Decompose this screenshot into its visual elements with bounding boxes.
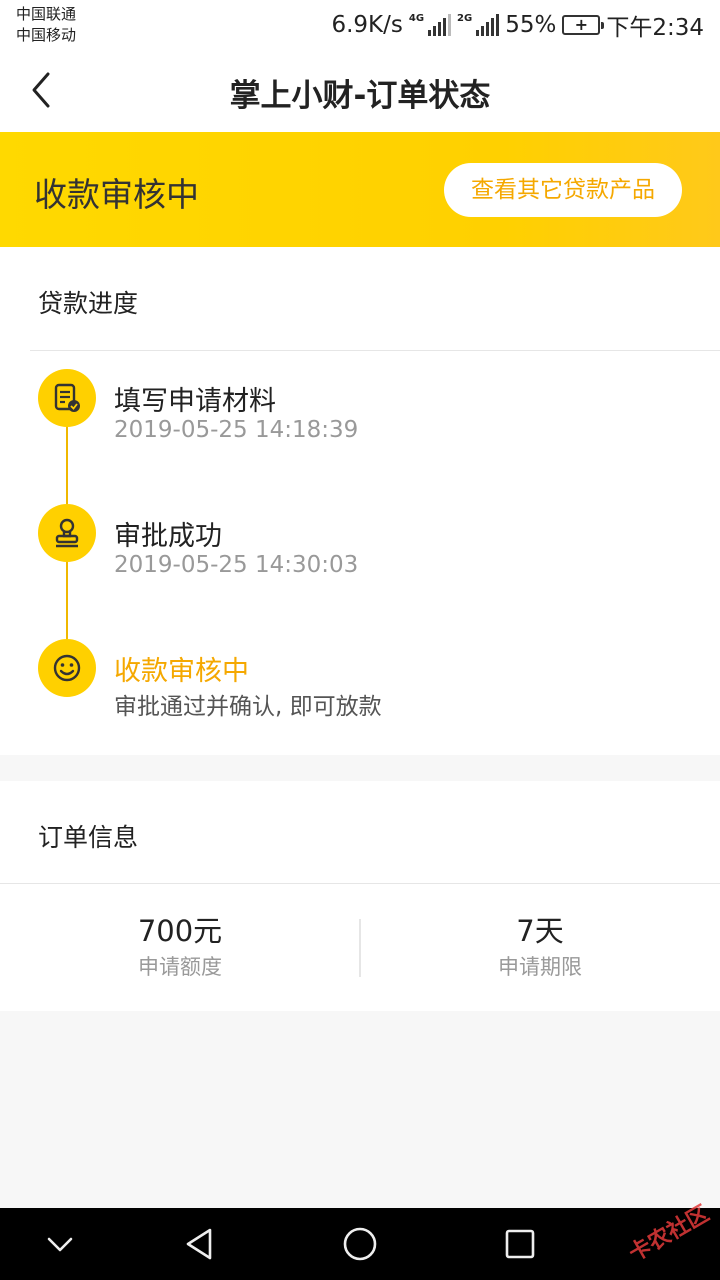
- step-description: 审批通过并确认, 即可放款: [114, 694, 382, 720]
- progress-section-title: 贷款进度: [38, 289, 139, 318]
- page-title: 掌上小财-订单状态: [229, 78, 491, 114]
- circle-home-icon: [343, 1227, 377, 1261]
- watermark-logo: 卡农社区: [624, 1201, 714, 1267]
- progress-step-payment-review: 收款审核中 审批通过并确认, 即可放款: [0, 639, 720, 720]
- order-section-title: 订单信息: [38, 823, 139, 852]
- stamp-icon: [38, 504, 96, 562]
- loan-progress-card: 贷款进度 填写申请材料 2019-05-25 14:18:39 审批成功 201…: [0, 247, 720, 755]
- clock: 下午2:34: [606, 15, 704, 41]
- loan-term-label: 申请期限: [498, 955, 582, 979]
- loan-amount-value: 700元: [137, 914, 223, 948]
- step-title: 收款审核中: [114, 656, 249, 687]
- step-title: 填写申请材料: [114, 386, 276, 417]
- progress-step-submitted: 填写申请材料 2019-05-25 14:18:39: [0, 369, 720, 449]
- square-recents-icon: [505, 1229, 535, 1259]
- carrier-1: 中国联通: [16, 5, 77, 23]
- back-nav-button[interactable]: [180, 1224, 220, 1264]
- divider: [30, 350, 720, 351]
- order-info-card: 订单信息 700元 申请额度 7天 申请期限: [0, 781, 720, 1011]
- sim1-network-tag: 4G: [408, 13, 425, 24]
- document-check-icon: [38, 369, 96, 427]
- loan-amount-label: 申请额度: [138, 955, 222, 979]
- hide-nav-button[interactable]: [40, 1224, 80, 1264]
- carrier-2: 中国移动: [16, 26, 77, 44]
- step-title: 审批成功: [114, 521, 222, 552]
- carrier-info: 中国联通 中国移动: [16, 4, 76, 46]
- status-indicators: 6.9K/s 4G 2G 55% + 下午2:34: [331, 8, 704, 42]
- battery-percent: 55%: [505, 12, 557, 38]
- progress-step-approved: 审批成功 2019-05-25 14:30:03: [0, 504, 720, 584]
- loan-term-value: 7天: [516, 914, 564, 948]
- order-status-text: 收款审核中: [34, 175, 199, 214]
- divider: [0, 883, 720, 884]
- battery-icon: +: [562, 15, 605, 35]
- view-other-loans-button[interactable]: 查看其它贷款产品: [444, 163, 682, 217]
- chevron-down-icon: [47, 1237, 73, 1252]
- network-speed: 6.9K/s: [331, 12, 403, 38]
- loan-term-stat: 7天 申请期限: [360, 913, 720, 981]
- system-nav-bar: 卡农社区: [0, 1201, 720, 1280]
- step-timestamp: 2019-05-25 14:18:39: [114, 417, 359, 443]
- smiley-icon: [38, 639, 96, 697]
- step-timestamp: 2019-05-25 14:30:03: [114, 552, 359, 578]
- signal-icon-2: 2G: [457, 13, 500, 36]
- nav-bar: 掌上小财-订单状态: [0, 50, 720, 132]
- home-nav-button[interactable]: [340, 1224, 380, 1264]
- loan-amount-stat: 700元 申请额度: [0, 913, 360, 981]
- status-banner: 收款审核中 查看其它贷款产品: [0, 132, 720, 247]
- recents-nav-button[interactable]: [500, 1224, 540, 1264]
- triangle-back-icon: [186, 1228, 212, 1260]
- status-bar: 中国联通 中国移动 6.9K/s 4G 2G 55% + 下午2:34: [0, 0, 720, 50]
- signal-icon: 4G: [408, 13, 452, 36]
- sim2-network-tag: 2G: [457, 13, 473, 24]
